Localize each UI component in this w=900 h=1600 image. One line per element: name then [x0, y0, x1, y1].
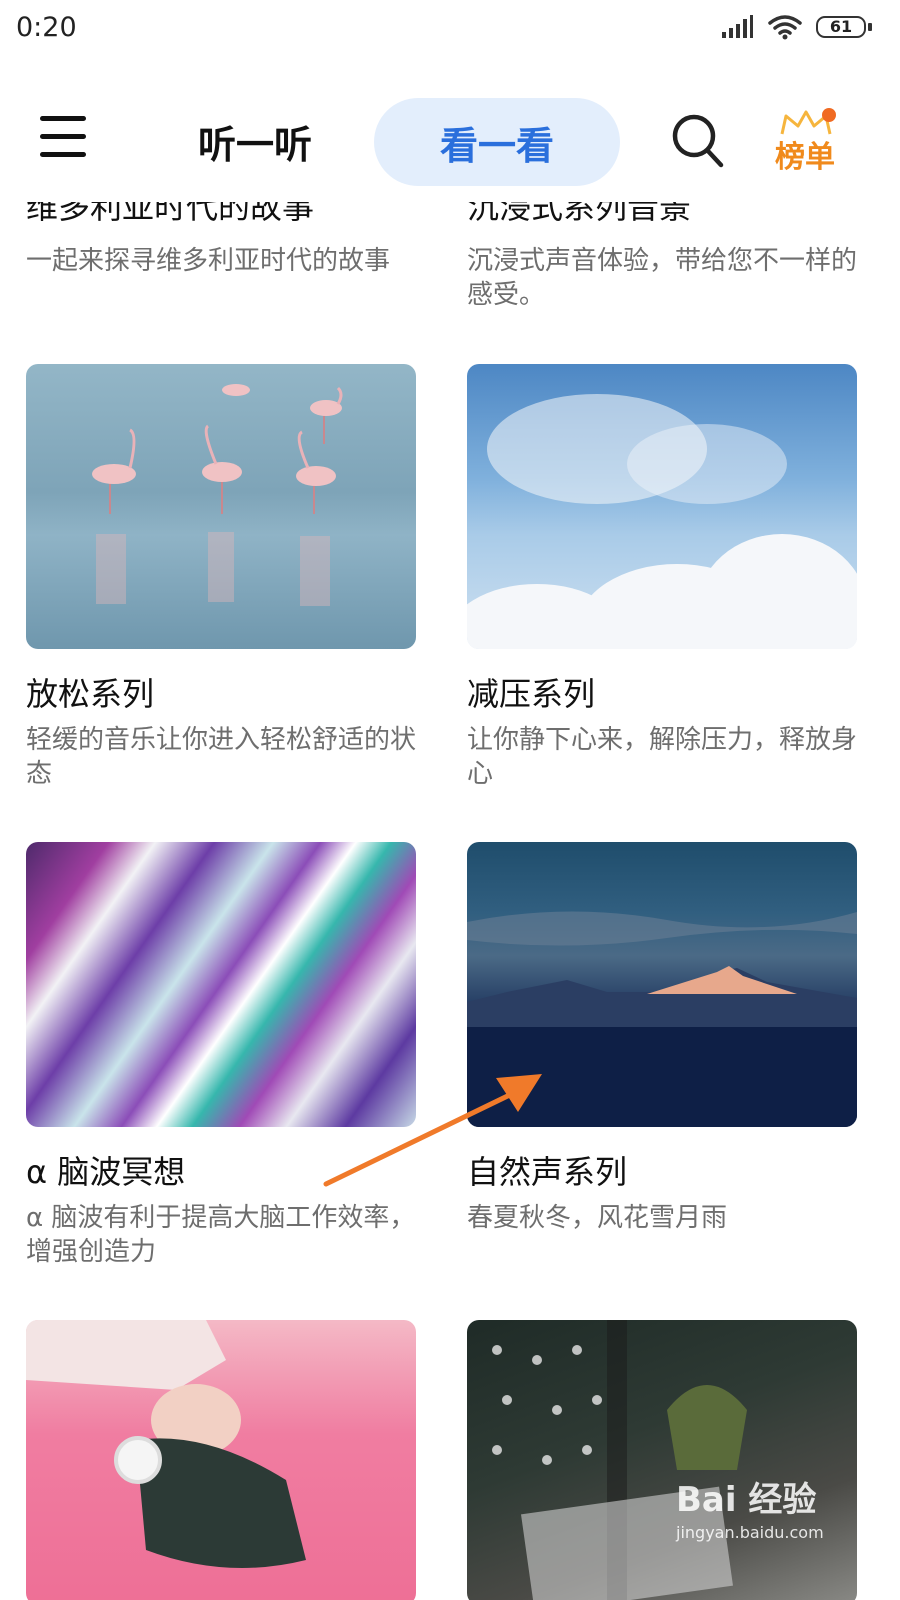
card-desc: 春夏秋冬，风花雪月雨: [467, 1203, 728, 1233]
tab-listen[interactable]: 听一听: [170, 114, 340, 169]
menu-icon[interactable]: [40, 116, 86, 158]
annotation-arrow: [323, 1074, 542, 1187]
status-time: 0:20: [16, 12, 77, 43]
card-alpha-wave[interactable]: α 脑波冥想 α 脑波有利于提高大脑工作效率，增强创造力: [26, 842, 416, 1269]
battery-level: 61: [829, 17, 853, 36]
watermark: Bai 经验 jingyan.baidu.com: [676, 1472, 876, 1562]
tab-watch[interactable]: 看一看: [374, 98, 620, 186]
watermark-logo: Bai 经验: [676, 1480, 817, 1520]
watermark-url: jingyan.baidu.com: [676, 1523, 824, 1542]
search-icon[interactable]: [672, 114, 724, 170]
card-title: 维多利亚时代的故事: [26, 200, 315, 224]
card-desc: 让你静下心来，解除压力，释放身心: [467, 725, 858, 789]
card-image-girl: [26, 1320, 416, 1600]
card-title: 放松系列: [26, 675, 155, 713]
signal-icon: [722, 15, 753, 38]
status-bar: 0:20 61: [0, 0, 900, 62]
card-image-flamingo: [26, 364, 416, 649]
battery-icon: 61: [816, 14, 872, 40]
notification-dot: [822, 108, 836, 122]
rank-button[interactable]: 榜单: [772, 108, 838, 176]
card-image-clouds: [467, 364, 857, 649]
card-immersive[interactable]: 沉浸式系列音景 沉浸式声音体验，带给您不一样的感受。: [467, 200, 857, 312]
card-title: 沉浸式系列音景: [467, 200, 692, 224]
content-grid: 维多利亚时代的故事 一起来探寻维多利亚时代的故事 沉浸式系列音景 沉浸式声音体验…: [0, 200, 900, 1600]
card-desc: α 脑波有利于提高大脑工作效率，增强创造力: [26, 1203, 416, 1267]
wifi-icon: [768, 15, 802, 40]
card-headphones[interactable]: [26, 1320, 416, 1600]
rank-label: 榜单: [775, 140, 835, 175]
top-nav: 听一听 看一看 榜单: [0, 62, 900, 202]
card-title: 减压系列: [467, 675, 596, 713]
card-nature[interactable]: 自然声系列 春夏秋冬，风花雪月雨: [467, 842, 857, 1269]
status-icons: 61: [720, 14, 872, 40]
card-desc: 沉浸式声音体验，带给您不一样的感受。: [467, 246, 858, 310]
card-decompress[interactable]: 减压系列 让你静下心来，解除压力，释放身心: [467, 364, 857, 791]
card-desc: 轻缓的音乐让你进入轻松舒适的状态: [26, 725, 417, 789]
card-victorian[interactable]: 维多利亚时代的故事 一起来探寻维多利亚时代的故事: [26, 200, 416, 312]
card-relax[interactable]: 放松系列 轻缓的音乐让你进入轻松舒适的状态: [26, 364, 416, 791]
card-desc: 一起来探寻维多利亚时代的故事: [26, 246, 391, 276]
